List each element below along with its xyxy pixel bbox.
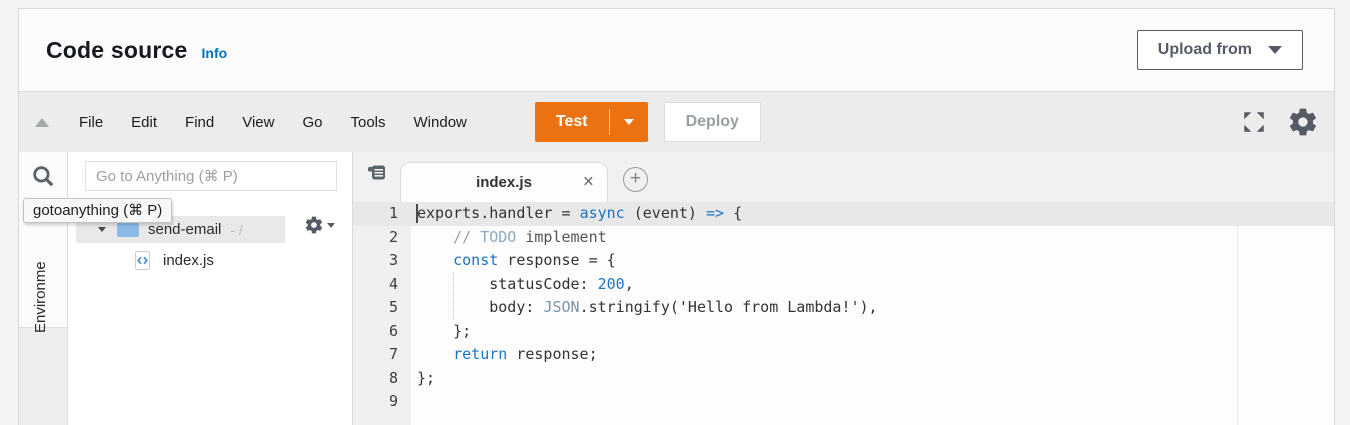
menu-item-go[interactable]: Go xyxy=(288,114,336,131)
gear-icon xyxy=(305,216,323,234)
collapse-editor-button[interactable] xyxy=(19,117,65,127)
tab-index-js[interactable]: index.js × xyxy=(400,162,608,203)
chevron-down-icon xyxy=(623,119,634,125)
test-options-button[interactable] xyxy=(610,102,648,142)
new-tab-button[interactable]: + xyxy=(623,167,648,192)
code-line-6[interactable]: 6 }; xyxy=(353,320,1334,344)
deploy-button[interactable]: Deploy xyxy=(663,102,761,142)
menu-items: File Edit Find View Go Tools Window xyxy=(65,114,481,131)
menu-item-find[interactable]: Find xyxy=(171,114,228,131)
line-number: 6 xyxy=(388,321,398,340)
editor-content: Environme send-email - / xyxy=(19,152,1334,425)
text-cursor-caret xyxy=(416,204,418,223)
search-icon[interactable] xyxy=(30,163,56,189)
file-tree-panel: send-email - / index xyxy=(68,152,353,425)
tree-item-index-js[interactable]: index.js xyxy=(68,247,352,274)
menu-item-file[interactable]: File xyxy=(65,114,117,131)
code-line-text: return response; xyxy=(453,345,598,363)
upload-from-label: Upload from xyxy=(1157,41,1252,58)
test-button-group: Test xyxy=(534,102,648,142)
menu-item-view[interactable]: View xyxy=(228,114,288,131)
menubar-right-icons xyxy=(1241,106,1334,138)
test-button[interactable]: Test xyxy=(535,102,609,142)
tooltip-go-to-anything: gotoanything (⌘ P) xyxy=(23,198,173,223)
page-title: Code source xyxy=(46,36,188,63)
tab-label: index.js xyxy=(476,174,532,191)
info-link[interactable]: Info xyxy=(202,45,228,61)
folder-name: send-email xyxy=(148,221,222,238)
code-line-8[interactable]: 8}; xyxy=(353,367,1334,391)
code-line-5[interactable]: 5 body: JSON.stringify('Hello from Lambd… xyxy=(353,296,1334,320)
settings-gear-icon[interactable] xyxy=(1287,106,1319,138)
lambda-code-source-panel: Code source Info Upload from File Edit Fin… xyxy=(0,0,1350,425)
side-rail: Environme xyxy=(19,152,68,425)
line-number: 4 xyxy=(388,274,398,293)
code-line-text: body: JSON.stringify('Hello from Lambda!… xyxy=(417,298,878,316)
menu-item-tools[interactable]: Tools xyxy=(336,114,399,131)
menu-item-edit[interactable]: Edit xyxy=(117,114,171,131)
code-line-text: }; xyxy=(417,321,472,340)
editor-menubar: File Edit Find View Go Tools Window Test Deplo… xyxy=(19,91,1334,152)
side-rail-background xyxy=(19,327,67,425)
code-line-text: statusCode: 200, xyxy=(417,274,634,293)
line-number: 8 xyxy=(388,368,398,387)
javascript-file-icon xyxy=(135,251,150,270)
folder-path-suffix: - / xyxy=(230,221,243,238)
editor-tabbar: index.js × + xyxy=(353,152,1334,203)
code-line-9[interactable]: 9 xyxy=(353,390,1334,414)
file-name: index.js xyxy=(163,252,214,269)
code-line-4[interactable]: 4 statusCode: 200, xyxy=(353,273,1334,297)
fullscreen-expand-icon[interactable] xyxy=(1241,109,1267,135)
line-number: 1 xyxy=(388,204,398,222)
card-header: Code source Info Upload from xyxy=(19,9,1334,91)
triangle-up-icon xyxy=(35,117,49,127)
chevron-down-icon xyxy=(1268,46,1282,54)
go-to-anything-input[interactable] xyxy=(85,161,337,191)
code-line-text: const response = { xyxy=(453,251,616,269)
code-line-text: exports.handler = async (event) => { xyxy=(417,204,743,222)
code-line-text: // TODO implement xyxy=(453,227,607,246)
tab-list-icon[interactable] xyxy=(366,162,388,184)
menu-item-window[interactable]: Window xyxy=(400,114,481,131)
line-number: 7 xyxy=(388,345,398,363)
tree-expand-caret-icon[interactable] xyxy=(98,227,106,232)
code-lines: 1 exports.handler = async (event) => { 2 /… xyxy=(353,202,1334,414)
code-line-text: }; xyxy=(417,368,436,387)
tab-close-icon[interactable]: × xyxy=(583,172,594,191)
code-source-card: Code source Info Upload from File Edit Fin… xyxy=(18,8,1335,425)
code-line-3[interactable]: 3 const response = { xyxy=(353,249,1334,273)
code-line-1[interactable]: 1 exports.handler = async (event) => { xyxy=(353,202,1334,226)
code-editor[interactable]: 1 exports.handler = async (event) => { 2 /… xyxy=(353,202,1334,425)
environment-tab[interactable]: Environme xyxy=(32,261,49,333)
code-line-7[interactable]: 7 return response; xyxy=(353,343,1334,367)
code-line-2[interactable]: 2 // TODO implement xyxy=(353,226,1334,250)
upload-from-button[interactable]: Upload from xyxy=(1136,30,1303,70)
line-number: 9 xyxy=(388,392,398,410)
tree-settings-gear-button[interactable] xyxy=(304,215,335,235)
line-number: 5 xyxy=(388,298,398,316)
line-number: 3 xyxy=(388,251,398,269)
folder-icon xyxy=(117,219,139,237)
line-number: 2 xyxy=(388,227,398,246)
code-editor-pane: index.js × + 1 exports.handler = async (e… xyxy=(353,152,1334,425)
chevron-down-icon xyxy=(327,222,335,228)
